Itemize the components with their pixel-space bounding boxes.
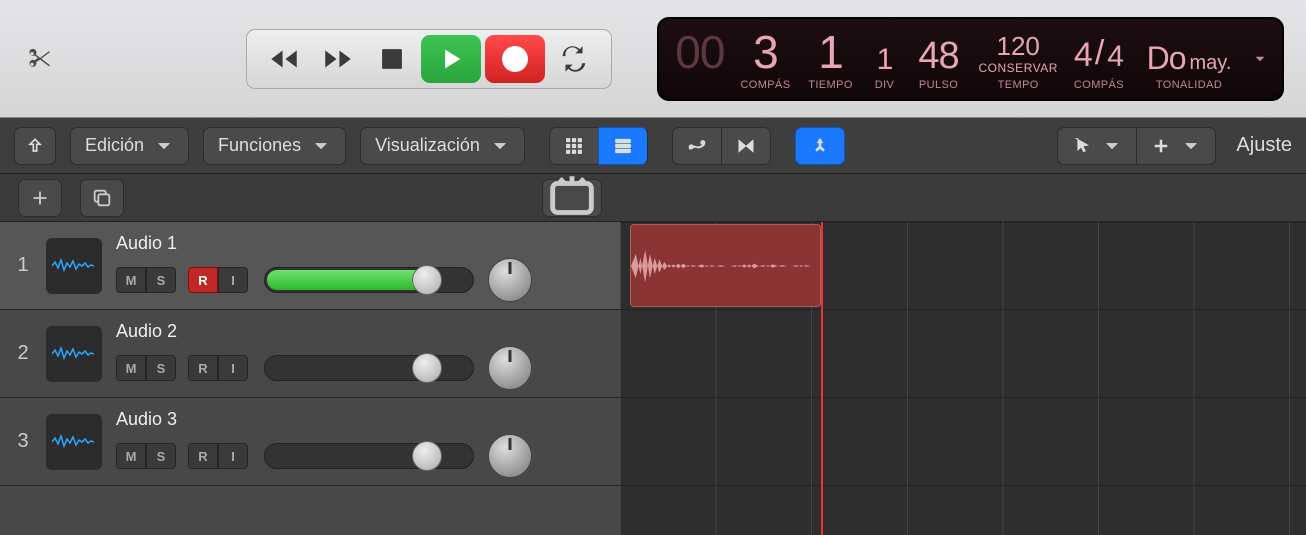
waveform-icon[interactable] [46, 326, 102, 382]
track-name[interactable]: Audio 2 [116, 321, 606, 342]
lcd-dropdown[interactable] [1248, 50, 1272, 68]
track-name[interactable]: Audio 1 [116, 233, 606, 254]
track-name[interactable]: Audio 3 [116, 409, 606, 430]
pan-knob[interactable] [488, 434, 532, 478]
snap-label[interactable]: Ajuste [1236, 134, 1292, 157]
timeline-row[interactable] [620, 222, 1306, 310]
track-header-bar: 1357 [0, 174, 1306, 222]
record-enable-button[interactable]: R [188, 443, 218, 469]
global-tracks-button[interactable] [542, 179, 602, 217]
tempo-mode[interactable]: CONSERVAR [979, 61, 1058, 75]
cycle-button[interactable] [547, 31, 601, 87]
lcd-display: 00. 3COMPÁS 1TIEMPO 1DIV 48PULSO 120 CON… [657, 17, 1284, 101]
timeline-row[interactable] [620, 398, 1306, 486]
mute-button[interactable]: M [116, 443, 146, 469]
compas-label: COMPÁS [740, 79, 790, 91]
list-view-button[interactable] [598, 127, 648, 165]
functions-menu[interactable]: Funciones [203, 127, 346, 165]
automation-button[interactable] [672, 127, 721, 165]
tempo-value[interactable]: 120 [997, 33, 1040, 59]
edit-menu[interactable]: Edición [70, 127, 189, 165]
add-tool[interactable] [1136, 127, 1216, 165]
track-headers: 1 Audio 1 M S R I 2 [0, 222, 620, 535]
time-signature[interactable]: 4 / 4 [1074, 36, 1124, 75]
timesig-label: COMPÁS [1074, 79, 1124, 91]
track-number: 2 [0, 342, 46, 365]
transport-controls [246, 29, 612, 89]
duplicate-track-button[interactable] [80, 179, 124, 217]
audio-region[interactable] [630, 224, 821, 307]
div-label: DIV [875, 79, 895, 91]
input-monitor-button[interactable]: I [218, 443, 248, 469]
flex-button[interactable] [721, 127, 771, 165]
timeline-row[interactable] [620, 310, 1306, 398]
play-button[interactable] [421, 35, 481, 83]
track-number: 3 [0, 430, 46, 453]
track-header[interactable]: 2 Audio 2 M S R I [0, 310, 620, 398]
volume-slider[interactable] [264, 443, 474, 469]
waveform-icon[interactable] [46, 238, 102, 294]
record-enable-button[interactable]: R [188, 355, 218, 381]
view-mode-group [549, 127, 648, 165]
input-monitor-button[interactable]: I [218, 355, 248, 381]
solo-button[interactable]: S [146, 443, 176, 469]
input-monitor-button[interactable]: I [218, 267, 248, 293]
view-menu[interactable]: Visualización [360, 127, 525, 165]
tiempo-label: TIEMPO [808, 79, 853, 91]
waveform-icon[interactable] [46, 414, 102, 470]
grid-view-button[interactable] [549, 127, 598, 165]
rewind-button[interactable] [257, 31, 311, 87]
pan-knob[interactable] [488, 258, 532, 302]
stop-button[interactable] [365, 31, 419, 87]
catch-button[interactable] [795, 127, 845, 165]
track-header[interactable]: 1 Audio 1 M S R I [0, 222, 620, 310]
compas-value[interactable]: 3 [753, 29, 778, 75]
tool-group [1057, 127, 1216, 165]
key-value[interactable]: Do may. [1147, 42, 1232, 75]
track-header[interactable]: 3 Audio 3 M S R I [0, 398, 620, 486]
scissors-icon[interactable] [22, 42, 56, 76]
automation-group [672, 127, 771, 165]
tiempo-value[interactable]: 1 [818, 29, 843, 75]
mute-button[interactable]: M [116, 355, 146, 381]
hide-button[interactable] [14, 127, 56, 165]
key-label: TONALIDAD [1156, 79, 1222, 91]
div-value[interactable]: 1 [877, 45, 893, 75]
main-toolbar: 00. 3COMPÁS 1TIEMPO 1DIV 48PULSO 120 CON… [0, 0, 1306, 118]
add-track-button[interactable] [18, 179, 62, 217]
record-button[interactable] [485, 35, 545, 83]
timeline[interactable] [620, 222, 1306, 535]
solo-button[interactable]: S [146, 355, 176, 381]
playhead[interactable] [821, 222, 823, 535]
tempo-label: TEMPO [998, 79, 1039, 91]
solo-button[interactable]: S [146, 267, 176, 293]
arrange-area: 1 Audio 1 M S R I 2 [0, 222, 1306, 535]
pan-knob[interactable] [488, 346, 532, 390]
tracks-toolbar: Edición Funciones Visualización Ajuste [0, 118, 1306, 174]
pulso-label: PULSO [919, 79, 958, 91]
forward-button[interactable] [311, 31, 365, 87]
track-number: 1 [0, 254, 46, 277]
volume-slider[interactable] [264, 355, 474, 381]
pulso-value[interactable]: 48 [918, 37, 958, 75]
pointer-tool[interactable] [1057, 127, 1136, 165]
mute-button[interactable]: M [116, 267, 146, 293]
record-enable-button[interactable]: R [188, 267, 218, 293]
compas-dim: 00 [675, 29, 724, 75]
volume-slider[interactable] [264, 267, 474, 293]
